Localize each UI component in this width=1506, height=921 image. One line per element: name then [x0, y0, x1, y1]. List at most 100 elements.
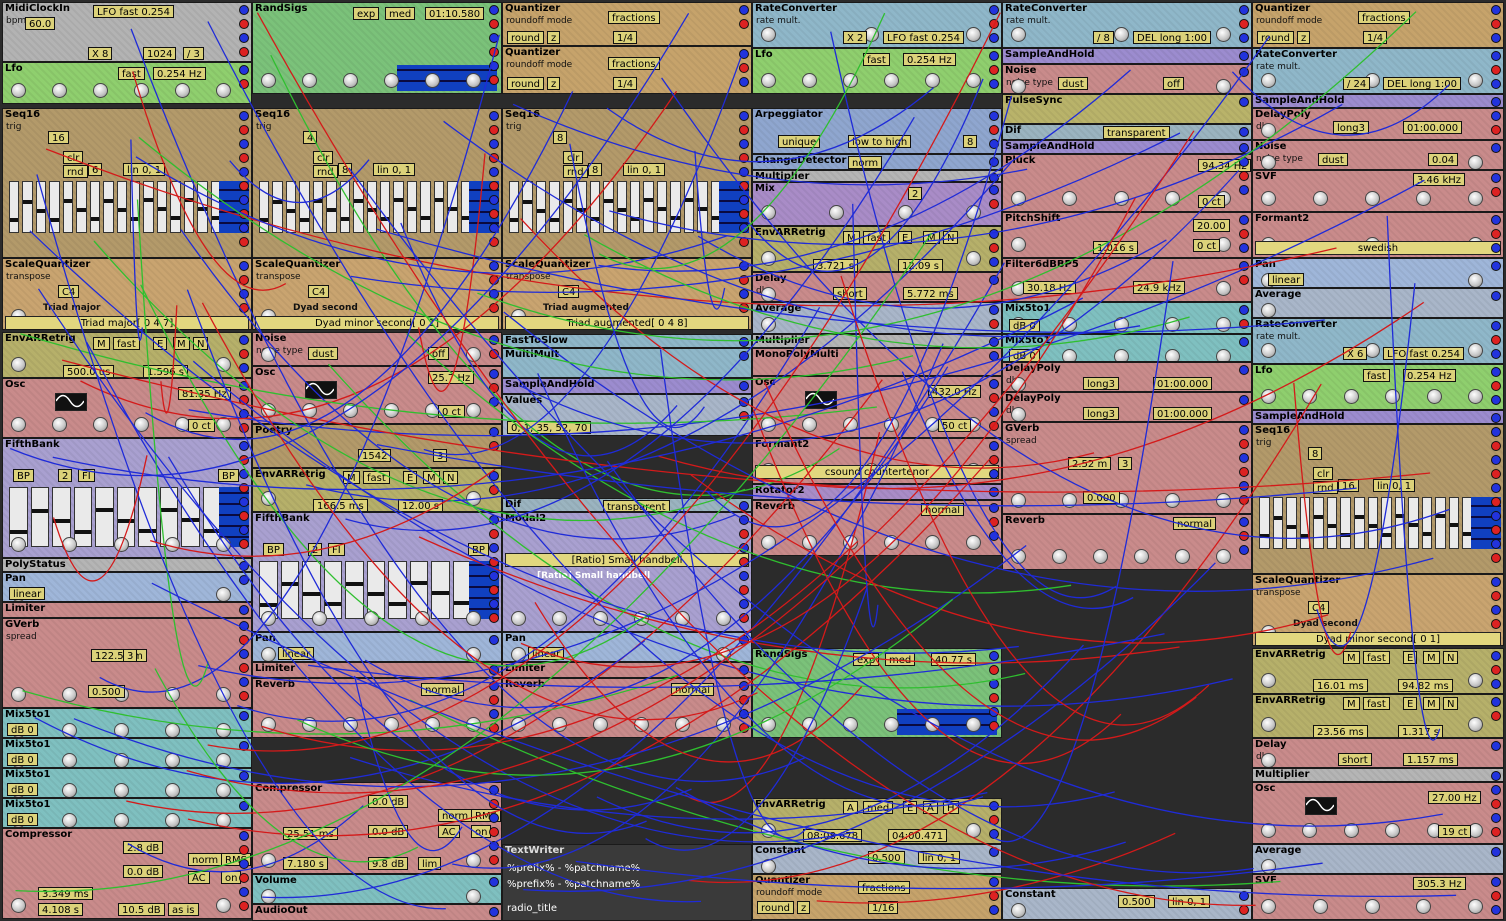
- input-jack[interactable]: [239, 801, 249, 811]
- value-display[interactable]: M: [923, 231, 940, 244]
- value-display[interactable]: 1/4: [1363, 31, 1388, 44]
- input-jack[interactable]: [1491, 847, 1501, 857]
- value-display[interactable]: N: [193, 337, 209, 350]
- input-jack[interactable]: [739, 195, 749, 205]
- value-display[interactable]: A: [923, 801, 938, 814]
- knob[interactable]: [1261, 343, 1276, 358]
- input-jack[interactable]: [1239, 261, 1249, 271]
- input-jack[interactable]: [739, 599, 749, 609]
- knob[interactable]: [511, 717, 526, 732]
- knob[interactable]: [1416, 191, 1432, 206]
- input-jack[interactable]: [989, 351, 999, 361]
- step-slider[interactable]: [603, 181, 614, 233]
- output-jack[interactable]: [489, 237, 499, 247]
- output-jack[interactable]: [1491, 125, 1501, 135]
- input-jack[interactable]: [239, 167, 249, 177]
- value-display[interactable]: linear: [1268, 273, 1305, 286]
- value-display[interactable]: A: [843, 801, 858, 814]
- knob[interactable]: [384, 73, 399, 88]
- value-display[interactable]: 1542: [358, 449, 392, 462]
- knob[interactable]: [343, 403, 358, 418]
- module-mix5to1[interactable]: Mix5to1 dB 0: [2, 738, 252, 768]
- output-jack[interactable]: [1239, 467, 1249, 477]
- input-jack[interactable]: [239, 335, 249, 345]
- knob[interactable]: [261, 647, 276, 661]
- module-osc[interactable]: Osc 432.0 Hz 50 ct: [752, 376, 1002, 438]
- value-display[interactable]: 1.317 s: [1398, 725, 1444, 737]
- module-sampleandhold[interactable]: SampleAndHold: [1002, 140, 1252, 154]
- knob[interactable]: [925, 73, 940, 88]
- knob[interactable]: [312, 611, 328, 626]
- value-display[interactable]: H: [943, 801, 959, 814]
- input-jack[interactable]: [1239, 127, 1249, 137]
- knob[interactable]: [829, 205, 845, 220]
- knob[interactable]: [716, 647, 731, 661]
- value-display[interactable]: fractions: [608, 11, 660, 24]
- knob[interactable]: [466, 347, 481, 362]
- output-jack[interactable]: [989, 815, 999, 825]
- module-scalequantizer[interactable]: ScaleQuantizer transpose C4 Triad augmented…: [502, 258, 752, 330]
- knob[interactable]: [761, 73, 776, 88]
- input-jack[interactable]: [489, 515, 499, 525]
- knob[interactable]: [1011, 237, 1026, 252]
- value-display[interactable]: DEL long 1:00: [1383, 77, 1461, 90]
- knob[interactable]: [1216, 549, 1231, 564]
- step-slider[interactable]: [1381, 497, 1392, 549]
- module-randsigs[interactable]: RandSigs exp med 01:10.580: [252, 2, 502, 94]
- module-multiplier[interactable]: Multiplier: [752, 170, 1002, 182]
- output-jack[interactable]: [1491, 187, 1501, 197]
- output-jack[interactable]: [989, 421, 999, 431]
- step-slider[interactable]: [549, 181, 560, 233]
- step-slider[interactable]: [326, 181, 337, 233]
- output-jack[interactable]: [1239, 171, 1249, 181]
- output-jack[interactable]: [489, 613, 499, 623]
- module-constant[interactable]: Constant 0.500 lin 0, 1: [752, 844, 1002, 874]
- input-jack[interactable]: [739, 397, 749, 407]
- input-jack[interactable]: [1491, 651, 1501, 661]
- knob[interactable]: [511, 611, 526, 626]
- input-jack[interactable]: [489, 877, 499, 887]
- value-display[interactable]: 122.57 m: [91, 649, 147, 662]
- knob[interactable]: [1468, 73, 1483, 88]
- output-jack[interactable]: [739, 153, 749, 163]
- value-display[interactable]: M: [173, 337, 190, 350]
- knob[interactable]: [11, 357, 26, 372]
- module-delaypoly[interactable]: DelayPolydlylong301:00.000: [1002, 392, 1252, 422]
- knob[interactable]: [1216, 493, 1231, 508]
- knob[interactable]: [216, 83, 231, 98]
- knob[interactable]: [761, 27, 776, 42]
- output-jack[interactable]: [739, 125, 749, 135]
- output-jack[interactable]: [239, 125, 249, 135]
- knob[interactable]: [216, 587, 231, 601]
- step-slider[interactable]: [366, 181, 377, 233]
- selector-bar[interactable]: Triad major[ 0 4 7]: [5, 316, 249, 329]
- knob[interactable]: [113, 537, 129, 552]
- input-jack[interactable]: [739, 111, 749, 121]
- knob[interactable]: [1343, 823, 1359, 838]
- value-display[interactable]: AC: [188, 871, 210, 884]
- input-jack[interactable]: [739, 381, 749, 391]
- module-seq16[interactable]: Seq16 trig 8 clr rnd 8 lin 0, 1: [502, 108, 752, 258]
- input-jack[interactable]: [1239, 453, 1249, 463]
- input-jack[interactable]: [239, 561, 249, 571]
- module-modal2[interactable]: Modal2 [Ratio] Small handbell [Ratio] Smal…: [502, 512, 752, 632]
- input-jack[interactable]: [989, 531, 999, 541]
- input-jack[interactable]: [739, 223, 749, 233]
- input-jack[interactable]: [1491, 877, 1501, 887]
- module-envarretrig[interactable]: EnvARRetrig Amed E A H 08:08.678 04:00.471: [752, 798, 1002, 844]
- value-display[interactable]: fractions: [1358, 11, 1410, 24]
- input-jack[interactable]: [989, 275, 999, 285]
- value-display[interactable]: LFO fast 0.254: [93, 5, 174, 18]
- value-display[interactable]: 27.00 Hz: [1428, 791, 1481, 804]
- output-jack[interactable]: [989, 693, 999, 703]
- knob[interactable]: [62, 753, 78, 767]
- knob[interactable]: [965, 205, 981, 220]
- knob[interactable]: [175, 83, 190, 98]
- knob[interactable]: [261, 889, 276, 903]
- knob[interactable]: [216, 753, 231, 767]
- value-display[interactable]: fractions: [608, 57, 660, 70]
- value-display[interactable]: 8: [963, 135, 978, 148]
- step-slider[interactable]: [1286, 497, 1297, 549]
- knob[interactable]: [134, 83, 149, 98]
- input-jack[interactable]: [739, 501, 749, 511]
